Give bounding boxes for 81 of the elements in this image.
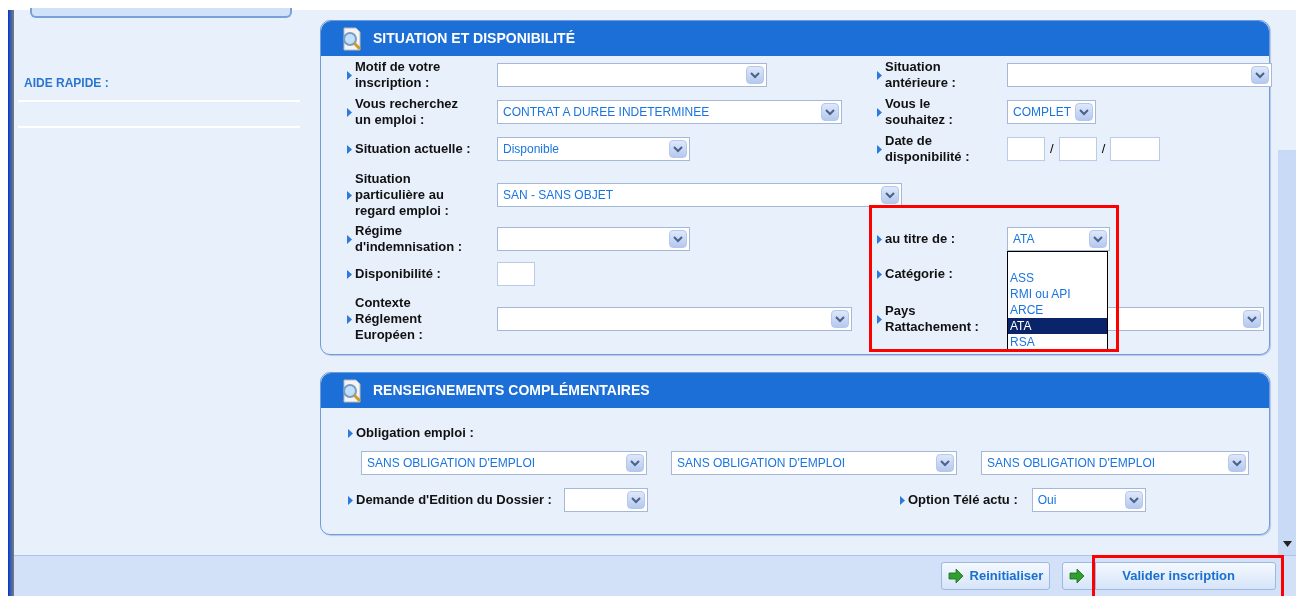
quick-help-title: AIDE RAPIDE :: [23, 75, 110, 92]
chevron-down-icon[interactable]: [881, 186, 899, 204]
dropdown-field[interactable]: CONTRAT A DUREE INDETERMINEE: [497, 99, 842, 124]
dropdown-field[interactable]: [497, 226, 690, 251]
dropdown-field[interactable]: SANS OBLIGATION D'EMPLOI: [361, 451, 647, 475]
scrollbar[interactable]: [1278, 150, 1296, 555]
caret-right-icon: [877, 269, 882, 279]
field-label: Demande d'Edition du Dossier :: [356, 491, 552, 510]
dropdown-field[interactable]: [497, 306, 852, 331]
caret-right-icon: [877, 145, 882, 154]
date-separator: /: [1050, 140, 1054, 159]
dropdown-field[interactable]: COMPLET: [1007, 99, 1096, 124]
field-label: Contexte Réglement Européen :: [355, 294, 424, 343]
dropdown-option[interactable]: RMI ou API: [1008, 285, 1107, 302]
caret-right-icon: [877, 107, 882, 117]
caret-right-icon: [347, 71, 352, 80]
chevron-down-icon[interactable]: [1228, 454, 1246, 472]
dropdown-field[interactable]: [497, 63, 767, 87]
dropdown-field[interactable]: SANS OBLIGATION D'EMPLOI: [981, 451, 1249, 475]
dropdown-field[interactable]: [563, 488, 648, 512]
caret-right-icon: [348, 496, 353, 505]
caret-right-icon: [347, 107, 352, 117]
caret-right-icon: [347, 314, 352, 324]
chevron-down-icon[interactable]: [936, 454, 954, 472]
caret-right-icon: [347, 145, 352, 154]
field-label: Situation antérieure :: [885, 59, 957, 91]
dropdown-option[interactable]: ATA: [1008, 317, 1107, 334]
caret-right-icon: [877, 234, 882, 244]
arrow-right-icon: [947, 569, 964, 583]
chevron-down-icon[interactable]: [1124, 491, 1143, 509]
chevron-down-icon[interactable]: [1075, 102, 1093, 121]
dropdown-field[interactable]: [1007, 63, 1272, 87]
chevron-down-icon[interactable]: [669, 229, 687, 248]
chevron-down-icon[interactable]: [1243, 309, 1261, 328]
chevron-down-icon[interactable]: [821, 102, 839, 121]
dropdown-field[interactable]: Disponible: [497, 137, 690, 161]
field-label: au titre de :: [885, 230, 956, 247]
year-field[interactable]: [1110, 137, 1161, 161]
dropdown-option[interactable]: ASS: [1008, 269, 1107, 286]
field-label: Option Télé actu :: [907, 491, 1018, 510]
field-label: Vous recherchez un emploi :: [355, 95, 460, 128]
caret-right-icon: [347, 191, 352, 200]
field-label: Régime d'indemnisation :: [355, 222, 464, 255]
chevron-down-icon[interactable]: [626, 491, 645, 509]
caret-right-icon: [347, 234, 352, 244]
month-field[interactable]: [1058, 137, 1097, 161]
dropdown-field[interactable]: Oui: [1031, 488, 1146, 512]
caret-right-icon: [347, 269, 352, 279]
chevron-down-icon[interactable]: [669, 140, 687, 158]
dropdown-field[interactable]: ATA: [1007, 226, 1110, 251]
chevron-down-icon[interactable]: [626, 454, 644, 472]
date-separator: /: [1101, 140, 1106, 159]
chevron-down-icon[interactable]: [831, 309, 849, 328]
dropdown-field[interactable]: SAN - SANS OBJET: [497, 183, 902, 207]
caret-right-icon: [348, 429, 353, 438]
scroll-down-icon[interactable]: [1282, 541, 1292, 547]
day-field[interactable]: [1007, 137, 1045, 161]
field-label: Motif de votre inscription :: [355, 59, 442, 91]
dropdown-field[interactable]: SANS OBLIGATION D'EMPLOI: [671, 451, 957, 475]
reset-button[interactable]: Reinitialiser: [940, 562, 1051, 590]
field-label: Vous le souhaitez :: [885, 95, 954, 128]
field-label: Disponibilité :: [355, 265, 441, 282]
arrow-right-icon: [1069, 569, 1086, 583]
chevron-down-icon[interactable]: [1089, 229, 1107, 248]
chevron-down-icon[interactable]: [746, 66, 764, 84]
section-title: RENSEIGNEMENTS COMPLÉMENTAIRES: [373, 381, 650, 400]
chevron-down-icon[interactable]: [1251, 66, 1269, 84]
field-label: Catégorie :: [885, 265, 953, 282]
caret-right-icon: [877, 314, 882, 324]
field-label: Date de disponibilité :: [885, 133, 971, 165]
section-title: SITUATION ET DISPONIBILITÉ: [373, 29, 575, 48]
field-label: Situation particulière au regard emploi :: [355, 171, 450, 219]
caret-right-icon: [877, 71, 882, 80]
input-field[interactable]: [497, 261, 535, 286]
dropdown-option[interactable]: RSA: [1008, 333, 1107, 350]
field-label: Situation actuelle :: [355, 141, 471, 157]
caret-right-icon: [899, 496, 905, 505]
dropdown-option[interactable]: ARCE: [1008, 301, 1107, 318]
submit-button[interactable]: Valider inscription: [1062, 562, 1276, 590]
field-label: Pays Rattachement :: [885, 302, 980, 335]
field-label: Obligation emploi :: [356, 424, 474, 443]
